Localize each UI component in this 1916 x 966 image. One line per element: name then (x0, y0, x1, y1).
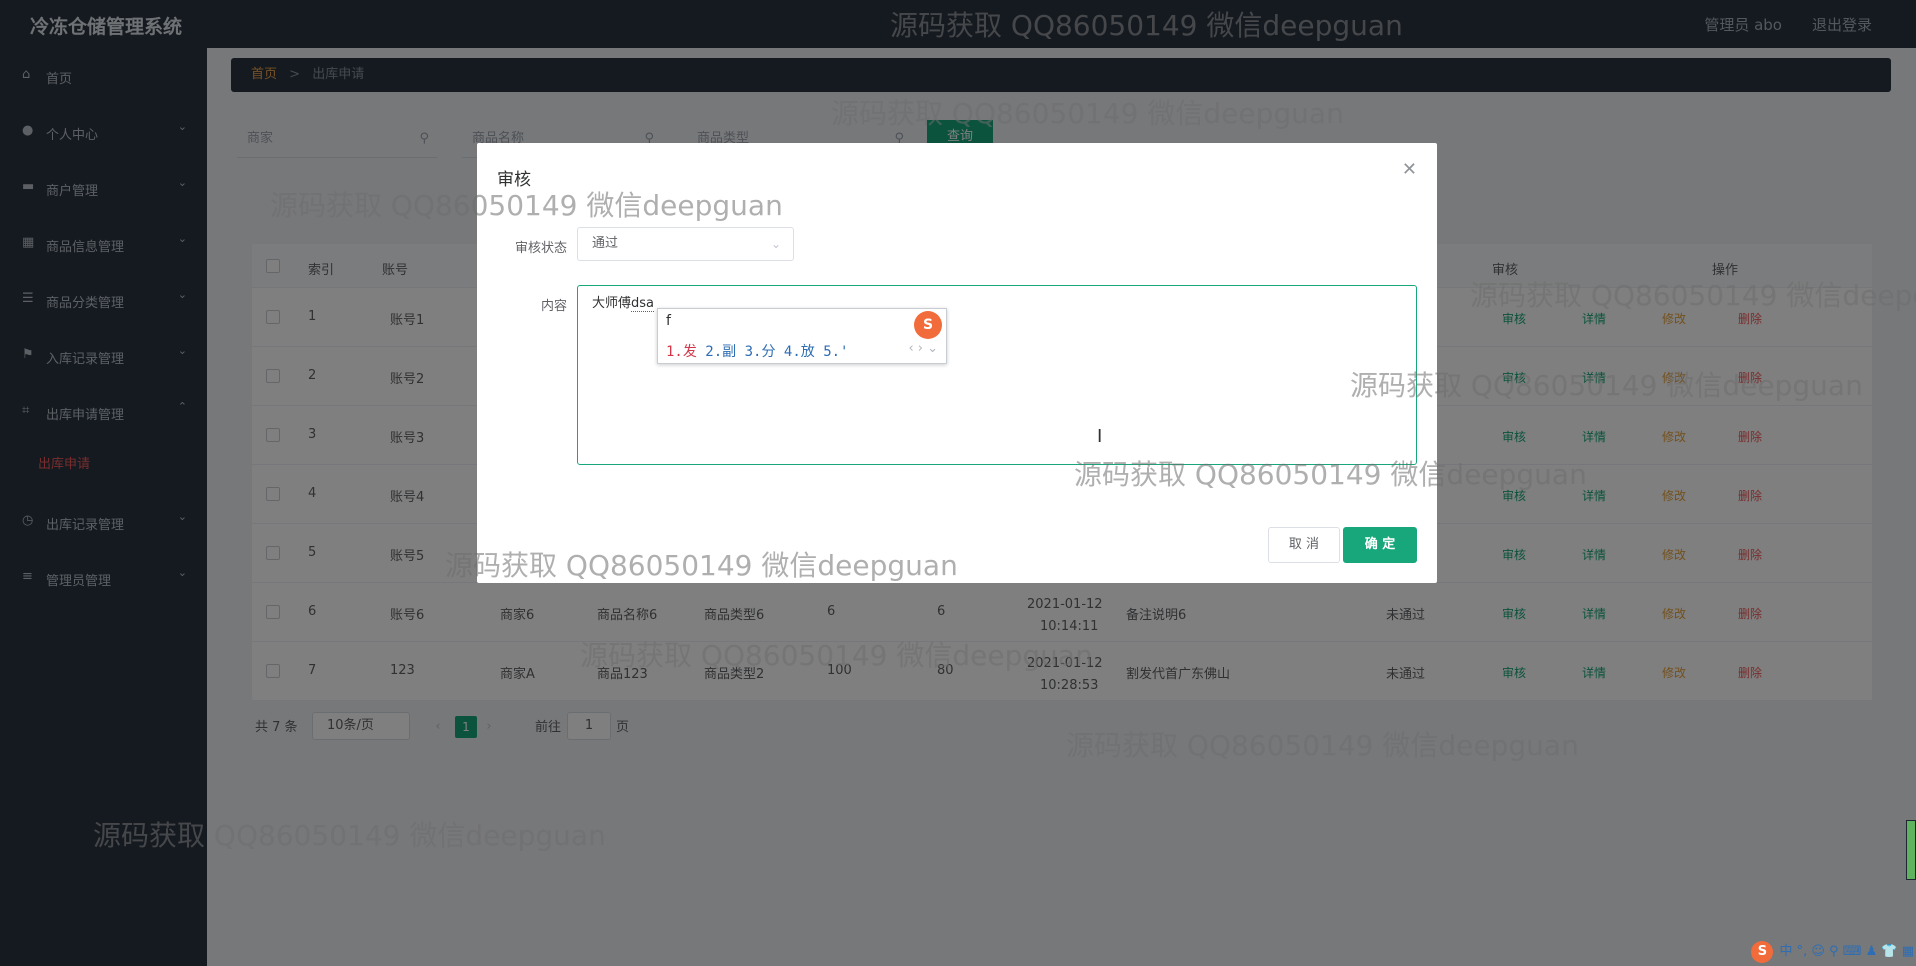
audit-status-value: 通过 (592, 236, 619, 251)
tray-icons[interactable]: 中 °, ☺ ⚲ ⌨ ♟ 👕 ▦ (1779, 944, 1914, 959)
system-tray: S 中 °, ☺ ⚲ ⌨ ♟ 👕 ▦ (1751, 940, 1914, 966)
audit-status-label: 审核状态 (514, 241, 567, 256)
chevron-down-icon: ⌄ (770, 237, 781, 251)
ime-candidate-window: f S 1.发 2.副 3.分 4.放 5.' ‹ › ⌄ (657, 308, 947, 364)
ime-candidate[interactable]: 5.' (823, 344, 848, 360)
content-label: 内容 (540, 299, 567, 314)
text-cursor-icon: I (1097, 426, 1103, 447)
cancel-button[interactable]: 取 消 (1268, 527, 1340, 563)
confirm-button[interactable]: 确 定 (1343, 527, 1417, 563)
sogou-logo-icon: S (914, 311, 942, 339)
ime-candidate[interactable]: 1.发 (666, 344, 697, 360)
content-composing: dsa (631, 296, 655, 312)
ime-candidates: 1.发 2.副 3.分 4.放 5.' (666, 341, 848, 361)
ime-candidate[interactable]: 3.分 (745, 344, 776, 360)
ime-input: f (666, 313, 671, 329)
scrollbar[interactable] (1906, 820, 1916, 880)
audit-dialog: 审核 ✕ 审核状态 通过 ⌄ 内容 大师傅dsa 取 消 确 定 (477, 143, 1437, 583)
ime-candidate[interactable]: 2.副 (705, 344, 736, 360)
sogou-tray-icon[interactable]: S (1751, 941, 1774, 963)
ime-candidate[interactable]: 4.放 (784, 344, 815, 360)
content-text: 大师傅 (592, 296, 632, 311)
close-icon[interactable]: ✕ (1402, 159, 1417, 180)
dialog-title: 审核 (497, 170, 531, 190)
ime-page-nav-icon[interactable]: ‹ › ⌄ (908, 341, 938, 356)
audit-status-select[interactable]: 通过 ⌄ (577, 227, 794, 261)
